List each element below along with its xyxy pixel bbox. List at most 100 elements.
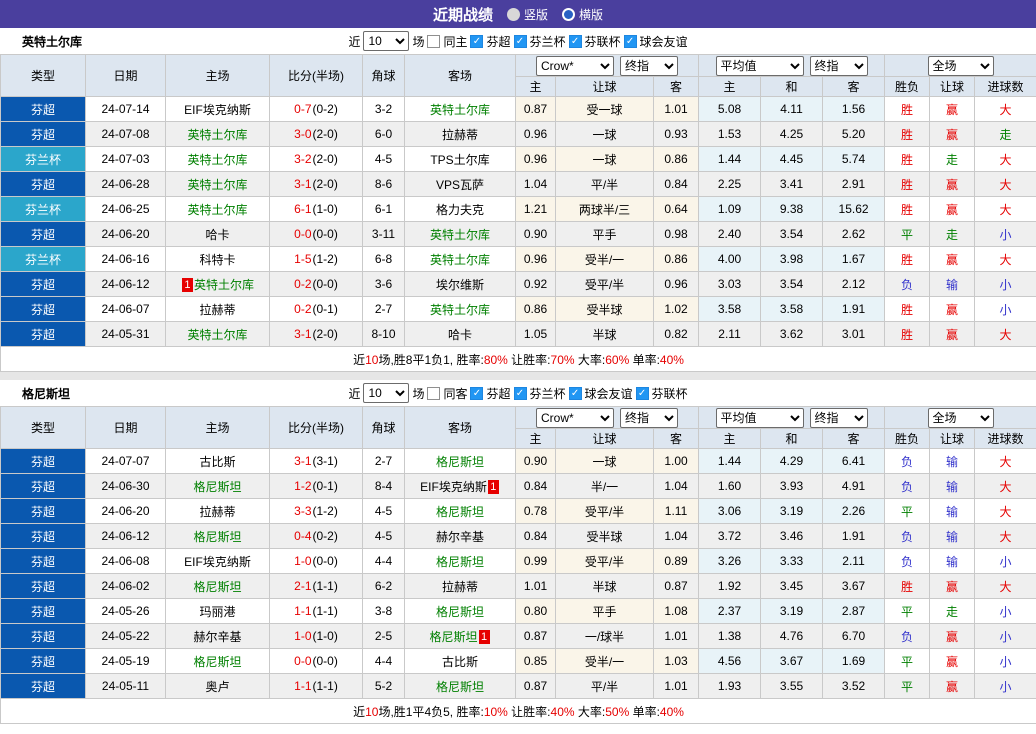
result-winloss: 负 — [884, 523, 931, 549]
handicap-odds-away: 1.04 — [652, 523, 700, 549]
home-team-name[interactable]: 格尼斯坦 — [193, 480, 241, 494]
league-checkbox[interactable]: ✓ — [470, 386, 484, 400]
away-team-name[interactable]: 赫尔辛基 — [436, 530, 484, 544]
result-goals-value: 大 — [999, 479, 1012, 494]
same-venue-label: 同客 — [443, 386, 468, 401]
result-goals: 小 — [974, 598, 1036, 624]
match-count-select[interactable]: 10 — [363, 383, 410, 403]
layout-radio-horizontal[interactable]: 横版 — [562, 6, 603, 23]
home-team-name[interactable]: 拉赫蒂 — [199, 303, 235, 317]
away-team-name[interactable]: TPS土尔库 — [430, 153, 489, 167]
corners: 6-8 — [362, 246, 405, 272]
league-checkbox[interactable]: ✓ — [470, 34, 484, 48]
layout-radio-vertical[interactable]: 竖版 — [506, 6, 548, 23]
away-team-name[interactable]: 格尼斯坦 — [436, 505, 484, 519]
home-team-name[interactable]: 格尼斯坦 — [193, 530, 241, 544]
handicap-line: 一球 — [555, 121, 654, 147]
away-team-name[interactable]: 格尼斯坦 — [436, 555, 484, 569]
away-team: 格尼斯坦 — [404, 498, 516, 524]
avg-stage-select[interactable]: 终指 — [809, 407, 868, 428]
home-team-name[interactable]: 科特卡 — [199, 253, 235, 267]
same-venue-checkbox[interactable] — [427, 34, 441, 48]
away-team-name[interactable]: 英特土尔库 — [430, 303, 490, 317]
odds-stage-select[interactable]: 终指 — [620, 55, 679, 76]
result-handicap-value: 走 — [946, 604, 959, 619]
home-team-name[interactable]: 古比斯 — [199, 455, 235, 469]
away-team-name[interactable]: 英特土尔库 — [430, 228, 490, 242]
handicap-line: 受平/半 — [555, 498, 654, 524]
away-team-name[interactable]: 埃尔维斯 — [436, 278, 484, 292]
scope-select[interactable]: 全场 — [927, 55, 994, 76]
league-badge: 芬超 — [30, 479, 55, 494]
table-row: 芬超 24-05-26 玛丽港 1-1(1-1) 3-8 格尼斯坦 0.80 平手 1.08 2.… — [0, 598, 1036, 624]
handicap-odds-away: 1.01 — [652, 673, 700, 699]
league-checkbox[interactable]: ✓ — [568, 386, 582, 400]
scope-select[interactable]: 全场 — [927, 407, 994, 428]
home-team-name[interactable]: 英特土尔库 — [194, 278, 254, 292]
result-goals: 小 — [974, 673, 1036, 699]
avg-odds-home: 3.58 — [698, 296, 762, 322]
handicap-odds-home: 0.96 — [515, 121, 556, 147]
home-team-name[interactable]: 英特土尔库 — [187, 128, 247, 142]
home-team-name[interactable]: 格尼斯坦 — [193, 655, 241, 669]
same-venue-checkbox[interactable] — [427, 386, 441, 400]
away-team-name[interactable]: 古比斯 — [442, 655, 478, 669]
odds-stage-select[interactable]: 终指 — [620, 407, 679, 428]
home-team-name[interactable]: EIF埃克纳斯 — [184, 555, 251, 569]
home-team-name[interactable]: 玛丽港 — [199, 605, 235, 619]
home-team-name[interactable]: 哈卡 — [205, 228, 229, 242]
full-score: 1-0 — [294, 554, 312, 568]
avg-source-select[interactable]: 平均值 — [715, 407, 804, 428]
league-checkbox[interactable]: ✓ — [635, 386, 649, 400]
home-team-name[interactable]: 英特土尔库 — [187, 328, 247, 342]
avg-odds-draw: 3.93 — [760, 473, 824, 499]
away-team-name[interactable]: 格尼斯坦 — [436, 455, 484, 469]
home-team-name[interactable]: 奥卢 — [205, 680, 229, 694]
home-team-name[interactable]: 拉赫蒂 — [199, 505, 235, 519]
away-team-name[interactable]: 拉赫蒂 — [442, 128, 478, 142]
league-checkbox[interactable]: ✓ — [513, 386, 527, 400]
league-checkbox[interactable]: ✓ — [568, 34, 582, 48]
home-team-name[interactable]: 格尼斯坦 — [193, 580, 241, 594]
home-team-name[interactable]: 赫尔辛基 — [193, 630, 241, 644]
away-team: VPS瓦萨 — [404, 171, 516, 197]
home-team-name[interactable]: EIF埃克纳斯 — [184, 103, 251, 117]
away-team-name[interactable]: 格尼斯坦 — [429, 630, 477, 644]
league-checkbox[interactable]: ✓ — [513, 34, 527, 48]
col-subheader: 进球数 — [974, 428, 1036, 449]
away-team-name[interactable]: 英特土尔库 — [430, 253, 490, 267]
away-team-name[interactable]: 英特土尔库 — [430, 103, 490, 117]
league-badge: 芬超 — [30, 504, 55, 519]
full-score: 1-1 — [294, 679, 312, 693]
avg-odds-away: 1.56 — [822, 96, 886, 122]
result-winloss: 平 — [884, 598, 931, 624]
corners: 3-6 — [362, 271, 405, 297]
home-team: 赫尔辛基 — [165, 623, 270, 649]
away-team-name[interactable]: 拉赫蒂 — [442, 580, 478, 594]
result-goals-value: 小 — [999, 629, 1012, 644]
match-count-select[interactable]: 10 — [363, 31, 410, 51]
away-team-name[interactable]: 格尼斯坦 — [436, 680, 484, 694]
bookmaker-select[interactable]: Crow* — [536, 55, 615, 76]
away-team-name[interactable]: 格尼斯坦 — [436, 605, 484, 619]
avg-source-select[interactable]: 平均值 — [715, 55, 804, 76]
home-team-name[interactable]: 英特土尔库 — [187, 178, 247, 192]
away-team-name[interactable]: 格力夫克 — [436, 203, 484, 217]
result-handicap-value: 赢 — [946, 302, 959, 317]
score-cell: 1-2(0-1) — [269, 473, 363, 499]
league-checkbox[interactable]: ✓ — [623, 34, 637, 48]
full-score: 1-2 — [294, 479, 312, 493]
score-cell: 0-4(0-2) — [269, 523, 363, 549]
bookmaker-select[interactable]: Crow* — [536, 407, 615, 428]
result-winloss-value: 胜 — [901, 102, 914, 117]
league-badge: 芬超 — [30, 177, 55, 192]
score-cell: 3-1(3-1) — [269, 448, 363, 474]
away-team-name[interactable]: 哈卡 — [448, 328, 472, 342]
home-team-name[interactable]: 英特土尔库 — [187, 153, 247, 167]
away-team-name[interactable]: EIF埃克纳斯 — [420, 480, 487, 494]
avg-stage-select[interactable]: 终指 — [809, 55, 868, 76]
home-team-name[interactable]: 英特土尔库 — [187, 203, 247, 217]
avg-odds-away: 2.87 — [822, 598, 886, 624]
away-team-name[interactable]: VPS瓦萨 — [436, 178, 484, 192]
result-handicap-value: 赢 — [946, 579, 959, 594]
